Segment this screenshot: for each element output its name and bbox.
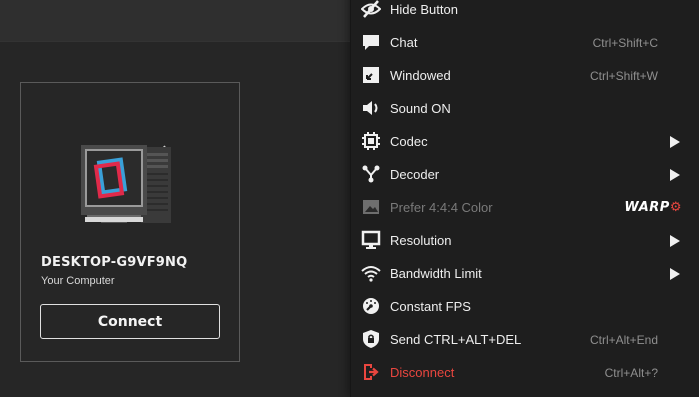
menu-item-label: Windowed [390,68,451,83]
chat-icon [361,32,381,52]
menu-item-constant-fps[interactable]: Constant FPS [351,290,699,323]
submenu-arrow-icon [670,268,680,280]
menu-item-bandwidth[interactable]: Bandwidth Limit [351,257,699,290]
disconnect-icon [361,362,381,382]
wifi-icon [361,263,381,283]
computer-card[interactable]: DESKTOP-G9VF9NQ Your Computer Connect [20,82,240,362]
submenu-arrow-icon [670,136,680,148]
menu-item-label: Disconnect [390,365,455,380]
menu-item-disconnect[interactable]: Disconnect Ctrl+Alt+? [351,356,699,389]
menu-item-chat[interactable]: Chat Ctrl+Shift+C [351,26,699,59]
windowed-icon [361,65,381,85]
menu-item-label: Prefer 4:4:4 Color [390,200,493,215]
menu-item-shortcut: Ctrl+Alt+End [589,333,658,347]
menu-item-prefer-444[interactable]: Prefer 4:4:4 Color WARP⚙ [351,191,699,224]
menu-item-shortcut: Ctrl+Shift+W [589,69,658,83]
menu-item-shortcut: Ctrl+Alt+? [604,366,658,380]
gauge-icon [361,296,381,316]
menu-item-label: Chat [390,35,418,50]
decoder-icon [361,164,381,184]
monitor-icon [361,230,381,250]
menu-item-label: Hide Button [390,2,458,17]
submenu-arrow-icon [670,235,680,247]
menu-item-send-ctrl-alt-del[interactable]: Send CTRL+ALT+DEL Ctrl+Alt+End [351,323,699,356]
computer-name: DESKTOP-G9VF9NQ [41,255,188,270]
menu-item-label: Sound ON [390,101,451,116]
warp-badge-accent: ⚙ [669,200,682,215]
image-icon [361,197,381,217]
shield-lock-icon [361,329,381,349]
warp-badge: WARP⚙ [624,200,682,215]
menu-item-codec[interactable]: Codec [351,125,699,158]
chip-icon [361,131,381,151]
desktop-computer-icon [81,113,181,227]
menu-item-label: Decoder [390,167,440,182]
speaker-icon [361,98,381,118]
warp-badge-text: WARP [624,200,670,215]
menu-item-windowed[interactable]: Windowed Ctrl+Shift+W [351,59,699,92]
menu-item-resolution[interactable]: Resolution [351,224,699,257]
menu-item-label: Resolution [390,233,452,248]
menu-item-shortcut: Ctrl+Shift+C [592,36,658,50]
computer-subtitle: Your Computer [41,275,115,287]
menu-item-label: Codec [390,134,428,149]
menu-item-label: Send CTRL+ALT+DEL [390,332,522,347]
menu-item-label: Bandwidth Limit [390,266,482,281]
menu-item-sound[interactable]: Sound ON [351,92,699,125]
overlay-menu: Hide Button Chat Ctrl+Shift+C Windowed C… [350,0,699,397]
eye-slash-icon [361,0,381,19]
connect-button[interactable]: Connect [40,304,220,339]
submenu-arrow-icon [670,169,680,181]
menu-item-hide-button[interactable]: Hide Button [351,0,699,26]
menu-item-label: Constant FPS [390,299,471,314]
menu-item-decoder[interactable]: Decoder [351,158,699,191]
